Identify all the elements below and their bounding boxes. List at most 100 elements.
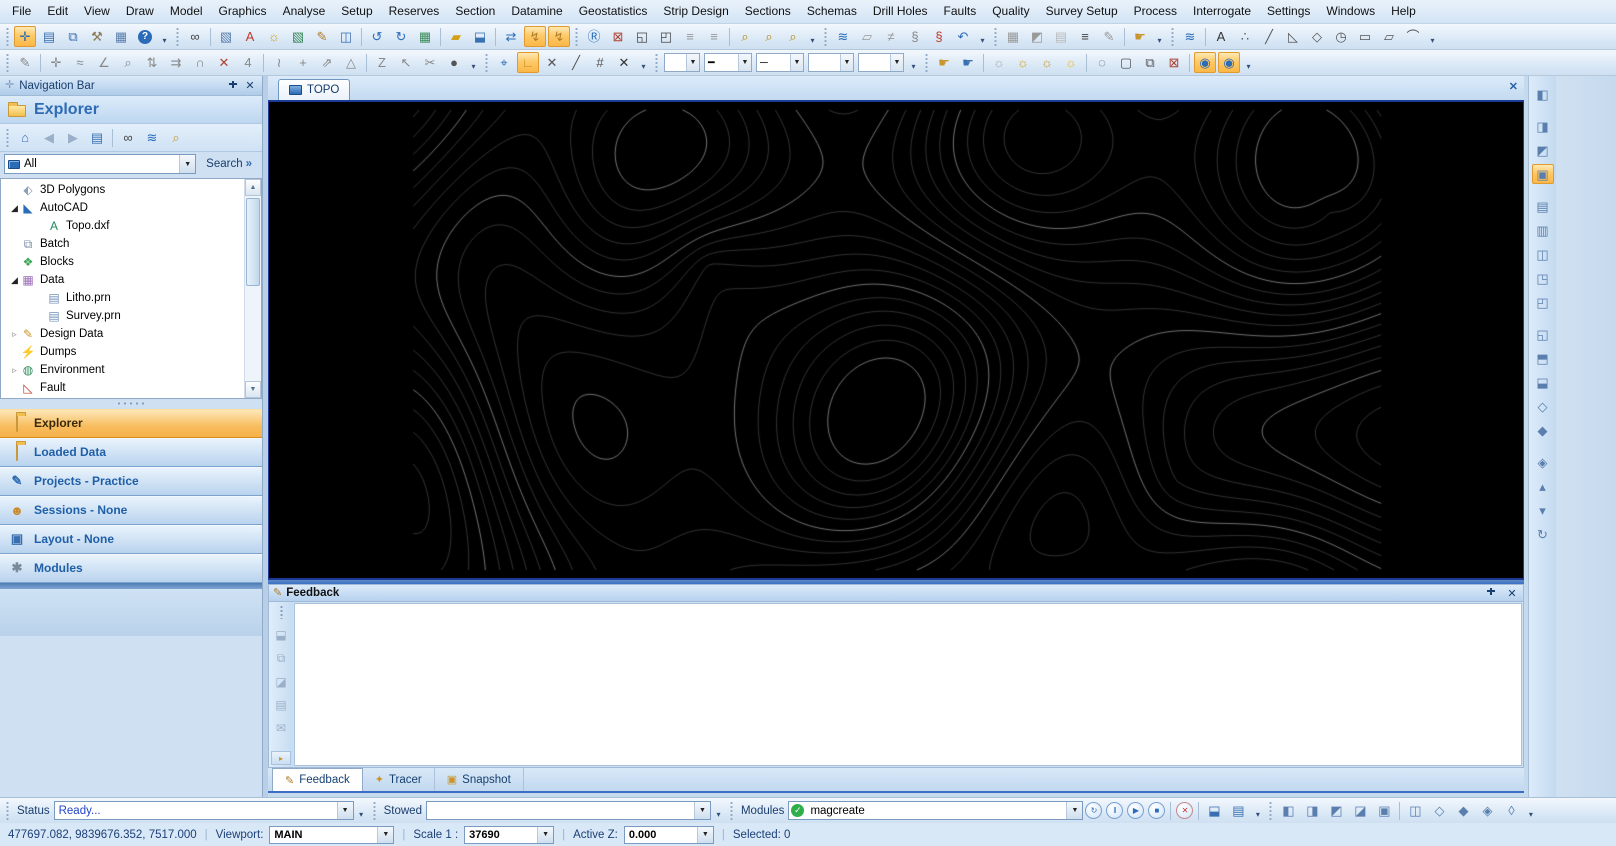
view-cube-4-icon[interactable]: ◪ [1349, 800, 1371, 821]
colour-picker[interactable]: ▼ [664, 53, 700, 72]
addins-icon[interactable]: ▦ [110, 26, 132, 47]
text-tool-icon[interactable]: A [1210, 26, 1232, 47]
scroll-down-icon[interactable]: ▼ [245, 380, 261, 398]
view-gem-4-icon[interactable]: ◊ [1500, 800, 1522, 821]
inspect-node-icon[interactable]: ⌕ [117, 52, 139, 73]
tile-windows-icon[interactable]: ◨ [1532, 116, 1554, 136]
close-string-icon[interactable]: Z [371, 52, 393, 73]
scroll-up-icon[interactable]: ▲ [245, 179, 261, 196]
plan-view-icon[interactable]: ◰ [1532, 292, 1554, 312]
forward-icon[interactable]: ▶ [62, 127, 84, 148]
linestyle-picker[interactable]: ━ ▼ [704, 53, 752, 72]
scrollbar-track[interactable] [245, 196, 261, 381]
section-view-icon[interactable]: ◳ [1532, 268, 1554, 288]
menu-help[interactable]: Help [1383, 0, 1424, 23]
menu-file[interactable]: File [4, 0, 39, 23]
menu-geostatistics[interactable]: Geostatistics [571, 0, 656, 23]
cube-overflow-button[interactable]: ▾ [1525, 801, 1536, 821]
status-combo[interactable]: Ready... ▼ [53, 801, 354, 820]
tree-item-environment[interactable]: ▹ ◍ Environment [1, 361, 261, 379]
menu-datamine[interactable]: Datamine [503, 0, 570, 23]
auto-update-locked-icon[interactable]: ↯ [548, 26, 570, 47]
feedback-pin-icon[interactable] [1487, 588, 1495, 598]
play-process-icon[interactable]: ▶ [1127, 802, 1145, 819]
zoom-extents-icon[interactable]: ⊠ [607, 26, 629, 47]
copy-style-icon[interactable]: ☛ [957, 52, 979, 73]
renumber-icon[interactable]: 4 [237, 52, 259, 73]
modules-dropdown-arrow-icon[interactable]: ▼ [1066, 802, 1083, 819]
menu-drill-holes[interactable]: Drill Holes [865, 0, 936, 23]
sidebar-panel-modules[interactable]: ✱ Modules [0, 553, 262, 583]
viewport-dropdown-arrow-icon[interactable]: ▼ [377, 826, 394, 843]
menu-graphics[interactable]: Graphics [211, 0, 275, 23]
tree-expand-icon[interactable]: ▹ [9, 365, 20, 376]
stop-process-icon[interactable]: ■ [1148, 802, 1166, 819]
zoom-previous-icon[interactable]: ◰ [655, 26, 677, 47]
menu-schemas[interactable]: Schemas [799, 0, 865, 23]
view-mode-icon[interactable]: ∞ [184, 26, 206, 47]
attach-icon[interactable]: § [904, 26, 926, 47]
edit-folder-icon[interactable]: ▱ [856, 26, 878, 47]
active-z-combo[interactable]: 0.000 ▼ [623, 825, 714, 844]
edit-string-icon[interactable]: ≈ [69, 52, 91, 73]
fill-mode-icon[interactable]: ◩ [1026, 26, 1048, 47]
snap-nearest-icon[interactable]: ⌖ [493, 52, 515, 73]
tree-item-survey-prn[interactable]: ▤ Survey.prn [1, 307, 261, 325]
edit-node-icon[interactable]: ✛ [45, 52, 67, 73]
tree-expand-icon[interactable]: ▹ [9, 329, 20, 340]
clear-selection-icon[interactable]: ⊠ [1163, 52, 1185, 73]
load-image-icon[interactable]: ▰ [445, 26, 467, 47]
rectangle-tool-icon[interactable]: ▭ [1354, 26, 1376, 47]
view-cube-2-icon[interactable]: ◨ [1301, 800, 1323, 821]
east-view-icon[interactable]: ⬓ [1532, 372, 1554, 392]
brighten-icon[interactable]: ☼ [1060, 52, 1082, 73]
topo-viewport-canvas[interactable] [269, 102, 1523, 578]
collapse-strip-button[interactable]: ▸ [271, 751, 291, 765]
highlight-off-icon[interactable]: ☼ [988, 52, 1010, 73]
undo-icon[interactable]: ↶ [952, 26, 974, 47]
views-icon[interactable]: ▤ [86, 127, 108, 148]
toolbar-overflow-button[interactable]: ▾ [977, 27, 988, 47]
apply-style-icon[interactable]: ☛ [933, 52, 955, 73]
hatch-mode-icon[interactable]: ▤ [1050, 26, 1072, 47]
layer-down-icon[interactable]: ≡ [679, 26, 701, 47]
new-plot-window-icon[interactable]: ◧ [1532, 84, 1554, 104]
toolbar-overflow-button[interactable]: ▾ [1243, 53, 1254, 73]
tree-item-data[interactable]: ◢ ▦ Data [1, 271, 261, 289]
sidebar-panel-projects-practice[interactable]: ✎ Projects - Practice [0, 466, 262, 496]
smooth-string-icon[interactable]: ∩ [189, 52, 211, 73]
find-icon[interactable]: ⌕ [165, 127, 187, 148]
view-cube-6-icon[interactable]: ◫ [1404, 800, 1426, 821]
lighting-icon[interactable]: ☼ [263, 26, 285, 47]
polyline-tool-icon[interactable]: ◺ [1282, 26, 1304, 47]
new-window-icon[interactable]: ◫ [335, 26, 357, 47]
pause-process-icon[interactable]: ‖ [1106, 802, 1124, 819]
view-gem-1-icon[interactable]: ◇ [1428, 800, 1450, 821]
clean-string-icon[interactable]: ● [443, 52, 465, 73]
move-vertex-icon[interactable]: ⇅ [141, 52, 163, 73]
menu-sections[interactable]: Sections [737, 0, 799, 23]
menu-strip-design[interactable]: Strip Design [655, 0, 736, 23]
arc-tool-icon[interactable]: ⌒ [1402, 26, 1424, 47]
modules-combo[interactable]: ✓ magcreate ▼ [788, 801, 1084, 820]
help-icon[interactable]: ? [134, 26, 156, 47]
back-icon[interactable]: ◀ [38, 127, 60, 148]
home-icon[interactable]: ⌂ [14, 127, 36, 148]
split-string-icon[interactable]: ✂ [419, 52, 441, 73]
tree-expand-icon[interactable]: ◢ [9, 203, 20, 214]
scale-dropdown-arrow-icon[interactable]: ▼ [537, 826, 554, 843]
tab-feedback[interactable]: ✎ Feedback [272, 768, 363, 791]
north-view-icon[interactable]: ⬒ [1532, 348, 1554, 368]
filter-combo[interactable]: All ▼ [4, 154, 197, 174]
close-panel-icon[interactable]: ✕ [243, 79, 257, 92]
tree-item-3d-polygons[interactable]: ⬖ 3D Polygons [1, 181, 261, 199]
zoom-out-icon[interactable]: ⌕ [782, 26, 804, 47]
snap-line-icon[interactable]: ╱ [565, 52, 587, 73]
digitise-icon[interactable]: ✎ [14, 52, 36, 73]
refresh-rail-icon[interactable]: ↻ [1532, 524, 1554, 544]
select-points-mode-icon[interactable]: ◉ [1194, 52, 1216, 73]
run-process-icon[interactable]: ↻ [1085, 802, 1103, 819]
sketch-icon[interactable]: ✎ [311, 26, 333, 47]
circle-tool-icon[interactable]: ◷ [1330, 26, 1352, 47]
snap-none-icon[interactable]: ✕ [613, 52, 635, 73]
